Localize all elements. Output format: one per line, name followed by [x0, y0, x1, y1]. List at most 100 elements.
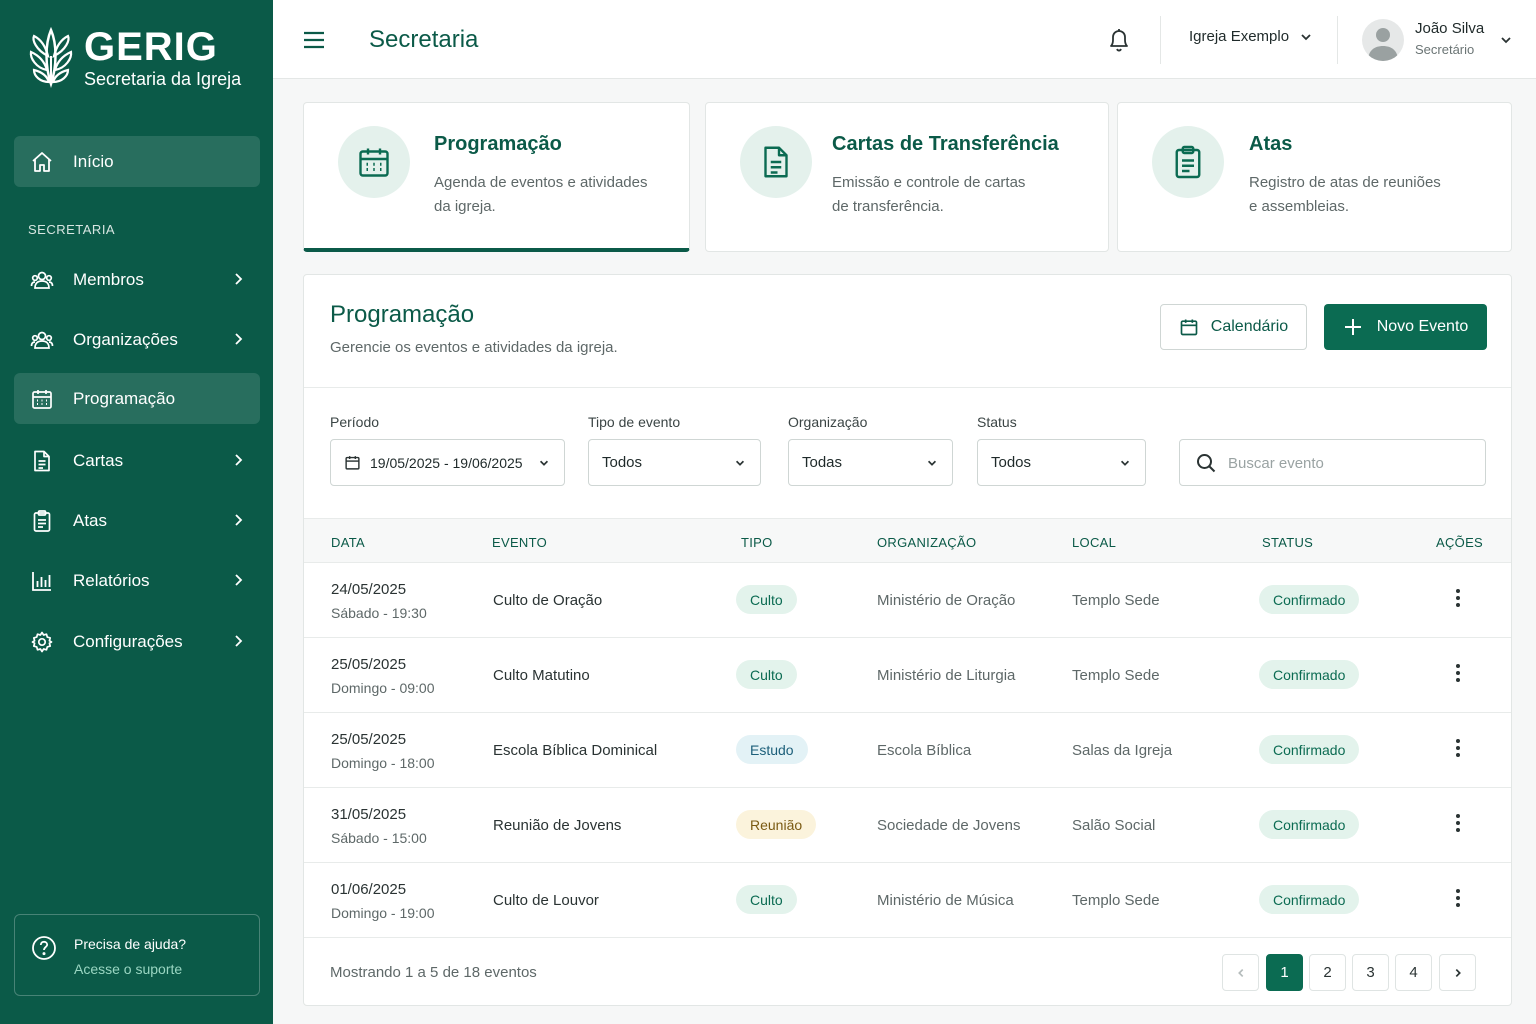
- type-select[interactable]: Todos: [588, 439, 761, 486]
- brand-title: GERIG: [84, 25, 218, 69]
- gear-icon: [31, 631, 53, 652]
- table-row[interactable]: 24/05/2025 Sábado - 19:30 Culto de Oraçã…: [304, 563, 1511, 638]
- card-desc-line: Registro de atas de reuniões: [1249, 174, 1441, 191]
- avatar[interactable]: [1362, 19, 1404, 61]
- users-icon: [30, 331, 54, 349]
- clipboard-icon: [33, 509, 51, 532]
- event-date: 25/05/2025: [331, 731, 407, 748]
- help-box[interactable]: Precisa de ajuda? Acesse o suporte: [14, 914, 260, 996]
- bell-icon[interactable]: [1107, 27, 1131, 53]
- panel-divider: [304, 387, 1511, 388]
- chevron-down-icon[interactable]: [1499, 33, 1513, 47]
- card-atas[interactable]: Atas Registro de atas de reuniões e asse…: [1117, 102, 1512, 252]
- clipboard-icon: [1175, 145, 1201, 179]
- chevron-right-icon: [235, 514, 243, 526]
- column-header[interactable]: EVENTO: [492, 535, 547, 550]
- card-cartas[interactable]: Cartas de Transferência Emissão e contro…: [705, 102, 1109, 252]
- event-org: Ministério de Oração: [877, 592, 1016, 609]
- org-value: Todas: [802, 454, 843, 471]
- sidebar: GERIG Secretaria da Igreja Início SECRET…: [0, 0, 273, 1024]
- card-description: Agenda de eventos e atividades da igreja…: [434, 171, 648, 219]
- table-row[interactable]: 25/05/2025 Domingo - 18:00 Escola Bíblic…: [304, 713, 1511, 788]
- status-value: Todos: [991, 454, 1032, 471]
- page-button-2[interactable]: 2: [1309, 954, 1346, 991]
- panel-title: Programação: [330, 301, 475, 328]
- status-badge: Confirmado: [1259, 660, 1360, 689]
- chevron-right-icon: [235, 574, 243, 586]
- card-desc-line: da igreja.: [434, 198, 496, 215]
- menu-icon[interactable]: [303, 29, 325, 51]
- chevron-right-icon: [235, 333, 243, 345]
- search-icon: [1197, 454, 1216, 473]
- status-select[interactable]: Todos: [977, 439, 1146, 486]
- sidebar-item-label: Início: [73, 151, 114, 171]
- table-row[interactable]: 25/05/2025 Domingo - 09:00 Culto Matutin…: [304, 638, 1511, 713]
- document-icon: [34, 450, 50, 471]
- sidebar-item-organizacoes[interactable]: Organizações: [14, 314, 260, 365]
- card-desc-line: Agenda de eventos e atividades: [434, 174, 648, 191]
- event-time: Domingo - 19:00: [331, 905, 435, 921]
- card-programacao[interactable]: Programação Agenda de eventos e atividad…: [303, 102, 690, 252]
- column-header[interactable]: ORGANIZAÇÃO: [877, 535, 976, 550]
- chevron-right-icon: [1455, 968, 1461, 977]
- support-link[interactable]: Acesse o suporte: [74, 961, 182, 977]
- sidebar-item-label: Organizações: [73, 329, 178, 349]
- chevron-down-icon: [1120, 460, 1130, 466]
- type-value: Todos: [602, 454, 643, 471]
- sidebar-item-membros[interactable]: Membros: [14, 254, 260, 305]
- top-header: Secretaria Igreja Exemplo João Silva Sec…: [273, 0, 1536, 79]
- sidebar-item-programacao[interactable]: Programação: [14, 373, 260, 424]
- type-label: Tipo de evento: [588, 414, 681, 430]
- type-badge: Reunião: [736, 810, 817, 839]
- search-input[interactable]: [1228, 450, 1468, 476]
- sidebar-item-inicio[interactable]: Início: [14, 136, 260, 187]
- more-actions-icon[interactable]: [1454, 739, 1462, 761]
- event-local: Templo Sede: [1072, 892, 1160, 909]
- pagination-summary: Mostrando 1 a 5 de 18 eventos: [330, 964, 537, 981]
- prev-page-button[interactable]: [1222, 954, 1259, 991]
- sidebar-item-label: Relatórios: [73, 570, 150, 590]
- user-name: João Silva: [1415, 20, 1485, 37]
- event-date: 24/05/2025: [331, 581, 407, 598]
- sidebar-item-label: Membros: [73, 269, 144, 289]
- more-actions-icon[interactable]: [1454, 889, 1462, 911]
- calendar-button[interactable]: Calendário: [1160, 304, 1307, 350]
- sidebar-item-label: Cartas: [73, 450, 124, 470]
- sidebar-item-label: Configurações: [73, 631, 183, 651]
- chevron-down-icon: [927, 460, 937, 466]
- table-header: DATA EVENTO TIPO ORGANIZAÇÃO LOCAL STATU…: [304, 518, 1511, 563]
- sidebar-item-cartas[interactable]: Cartas: [14, 435, 260, 486]
- org-select[interactable]: Todas: [788, 439, 953, 486]
- column-header[interactable]: STATUS: [1262, 535, 1313, 550]
- more-actions-icon[interactable]: [1454, 664, 1462, 686]
- card-title: Programação: [434, 133, 562, 155]
- column-header[interactable]: LOCAL: [1072, 535, 1116, 550]
- table-row[interactable]: 01/06/2025 Domingo - 19:00 Culto de Louv…: [304, 863, 1511, 938]
- event-time: Sábado - 19:30: [331, 605, 427, 621]
- sidebar-item-relatorios[interactable]: Relatórios: [14, 555, 260, 606]
- plus-icon: [1344, 319, 1361, 335]
- period-select[interactable]: 19/05/2025 - 19/06/2025: [330, 439, 565, 486]
- new-event-button[interactable]: Novo Evento: [1324, 304, 1487, 350]
- next-page-button[interactable]: [1439, 954, 1476, 991]
- page-button-3[interactable]: 3: [1352, 954, 1389, 991]
- page-button-1[interactable]: 1: [1266, 954, 1303, 991]
- event-org: Sociedade de Jovens: [877, 817, 1021, 834]
- sidebar-item-atas[interactable]: Atas: [14, 495, 260, 546]
- event-name: Culto de Louvor: [493, 892, 599, 909]
- brand-subtitle: Secretaria da Igreja: [84, 69, 242, 89]
- calendar-button-label: Calendário: [1210, 318, 1289, 335]
- event-time: Domingo - 09:00: [331, 680, 435, 696]
- event-local: Templo Sede: [1072, 592, 1160, 609]
- page-button-4[interactable]: 4: [1395, 954, 1432, 991]
- more-actions-icon[interactable]: [1454, 814, 1462, 836]
- column-header[interactable]: TIPO: [741, 535, 773, 550]
- period-label: Período: [330, 414, 380, 430]
- more-actions-icon[interactable]: [1454, 589, 1462, 611]
- sidebar-item-configuracoes[interactable]: Configurações: [14, 616, 260, 667]
- column-header[interactable]: DATA: [331, 535, 365, 550]
- church-select[interactable]: Igreja Exemplo: [1189, 28, 1313, 45]
- home-icon: [32, 151, 52, 172]
- table-row[interactable]: 31/05/2025 Sábado - 15:00 Reunião de Jov…: [304, 788, 1511, 863]
- calendar-icon: [32, 389, 52, 409]
